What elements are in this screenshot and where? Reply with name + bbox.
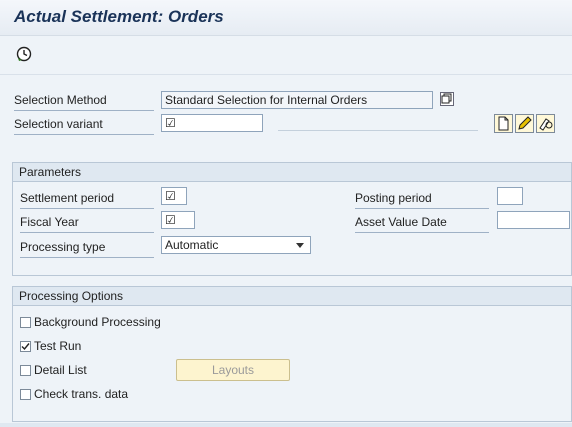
check-trans-data-label: Check trans. data [34, 387, 129, 401]
selection-method-label: Selection Method [14, 93, 107, 107]
settlement-period-field[interactable]: ☑ [161, 187, 187, 205]
label-underline [20, 257, 154, 258]
title-bar: Actual Settlement: Orders [0, 0, 572, 36]
asset-value-date-label: Asset Value Date [355, 215, 447, 229]
copy-icon [539, 118, 553, 131]
selection-variant-label: Selection variant [14, 117, 103, 131]
create-icon [498, 116, 509, 131]
posting-period-field[interactable] [497, 187, 523, 205]
parameters-header: Parameters [13, 163, 571, 182]
execute-clock-icon[interactable] [16, 46, 32, 62]
processing-type-select[interactable]: Automatic [161, 236, 311, 254]
fiscal-year-label: Fiscal Year [20, 215, 79, 229]
parameters-group: Parameters [12, 162, 572, 276]
background-processing-checkbox[interactable] [20, 317, 31, 328]
selection-variant-field[interactable]: ☑ [161, 114, 263, 132]
application-toolbar [0, 36, 572, 75]
processing-options-group: Processing Options [12, 286, 572, 422]
processing-options-header: Processing Options [13, 287, 571, 306]
selection-method-help-icon[interactable] [440, 92, 454, 106]
processing-type-value: Automatic [165, 238, 219, 252]
label-underline [355, 232, 489, 233]
selection-method-field[interactable]: Standard Selection for Internal Orders [161, 91, 433, 109]
label-underline [355, 208, 489, 209]
test-run-checkbox[interactable] [20, 341, 31, 352]
asset-value-date-field[interactable] [497, 211, 570, 229]
detail-list-checkbox[interactable] [20, 365, 31, 376]
page-title: Actual Settlement: Orders [14, 7, 224, 26]
posting-period-label: Posting period [355, 191, 432, 205]
fiscal-year-value: ☑ [165, 213, 176, 227]
label-underline [20, 208, 154, 209]
label-underline [20, 232, 154, 233]
copy-variant-button[interactable] [536, 114, 555, 133]
edit-variant-button[interactable] [515, 114, 534, 133]
selection-variant-value: ☑ [165, 116, 176, 130]
create-variant-button[interactable] [494, 114, 513, 133]
settlement-period-value: ☑ [165, 189, 176, 203]
variant-description-line [278, 130, 478, 131]
checkmark-icon [21, 343, 30, 351]
bottom-strip [0, 423, 572, 427]
label-underline [14, 110, 154, 111]
background-processing-label: Background Processing [34, 315, 161, 329]
fiscal-year-field[interactable]: ☑ [161, 211, 195, 229]
processing-type-label: Processing type [20, 240, 106, 254]
layouts-button[interactable]: Layouts [176, 359, 290, 381]
label-underline [14, 134, 154, 135]
chevron-down-icon[interactable] [296, 243, 304, 248]
edit-icon [518, 116, 532, 130]
detail-list-label: Detail List [34, 363, 87, 377]
settlement-period-label: Settlement period [20, 191, 115, 205]
check-trans-data-checkbox[interactable] [20, 389, 31, 400]
test-run-label: Test Run [34, 339, 82, 353]
